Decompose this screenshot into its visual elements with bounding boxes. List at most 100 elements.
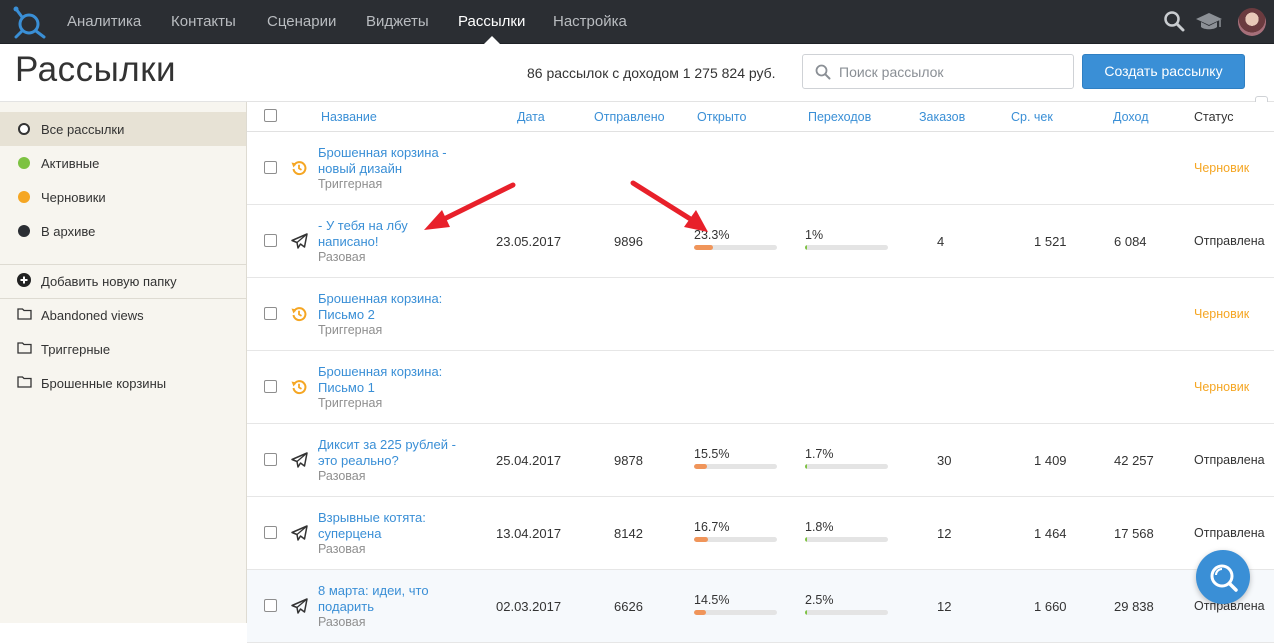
search-box[interactable] (802, 54, 1074, 89)
sidebar-item-label: Триггерные (41, 342, 111, 357)
column-header-sent[interactable]: Отправлено (594, 110, 665, 124)
paper-plane-icon (291, 525, 308, 541)
column-header-orders[interactable]: Заказов (919, 110, 965, 124)
nav-widgets[interactable]: Виджеты (366, 0, 429, 44)
mailing-type: Триггерная (318, 323, 383, 337)
annotation-arrow-icon (630, 180, 708, 232)
clicks-progress-bar (805, 537, 888, 542)
sidebar-item-all[interactable]: Все рассылки (0, 112, 246, 146)
logo-icon[interactable] (12, 5, 48, 39)
mailing-type: Разовая (318, 469, 366, 483)
sidebar-folder-triggers[interactable]: Триггерные (0, 332, 246, 366)
select-all-checkbox[interactable] (264, 109, 277, 122)
folder-icon (17, 308, 32, 320)
dark-dot-icon (18, 225, 30, 237)
cell-clicks-percent: 1.8% (805, 520, 834, 534)
floating-search-button[interactable] (1196, 550, 1250, 604)
sidebar-item-label: Добавить новую папку (41, 274, 177, 289)
orange-dot-icon (18, 191, 30, 203)
table-row[interactable]: Брошенная корзина: Письмо 2 Триггерная Чер… (247, 278, 1274, 351)
mailing-name-link[interactable]: Взрывные котята: суперцена (318, 510, 468, 542)
cell-sent: 9878 (614, 453, 643, 468)
column-header-opened[interactable]: Открыто (697, 110, 746, 124)
cell-clicks-percent: 1% (805, 228, 824, 242)
opened-progress-fill (694, 464, 707, 469)
row-checkbox[interactable] (264, 453, 277, 466)
sidebar-item-drafts[interactable]: Черновики (0, 180, 246, 214)
opened-progress-fill (694, 245, 713, 250)
cell-clicks-percent: 2.5% (805, 593, 834, 607)
row-checkbox[interactable] (264, 599, 277, 612)
page-title: Рассылки (15, 50, 177, 89)
table-row[interactable]: 8 марта: идеи, что подарить Разовая 02.03.… (247, 570, 1274, 643)
nav-scenarios[interactable]: Сценарии (267, 0, 336, 44)
table-row[interactable]: - У тебя на лбу написано! Разовая 23.05.20… (247, 205, 1274, 278)
sidebar: Все рассылки Активные Черновики В архиве… (0, 102, 247, 623)
table-row[interactable]: Взрывные котята: суперцена Разовая 13.04.2… (247, 497, 1274, 570)
clicks-progress-fill (805, 245, 807, 250)
sidebar-add-folder[interactable]: Добавить новую папку (0, 264, 246, 298)
table-row[interactable]: Брошенная корзина: Письмо 1 Триггерная Чер… (247, 351, 1274, 424)
column-header-revenue[interactable]: Доход (1113, 110, 1149, 124)
cell-avg-check: 1 521 (1034, 234, 1067, 249)
column-header-status: Статус (1194, 110, 1234, 124)
table-row[interactable]: Диксит за 225 рублей - это реально? Разов… (247, 424, 1274, 497)
sidebar-item-archive[interactable]: В архиве (0, 214, 246, 248)
cell-revenue: 29 838 (1114, 599, 1154, 614)
plus-circle-icon (17, 273, 31, 287)
row-checkbox[interactable] (264, 307, 277, 320)
mailing-name-link[interactable]: 8 марта: идеи, что подарить (318, 583, 468, 615)
user-avatar[interactable] (1238, 8, 1266, 36)
table-row[interactable]: Брошенная корзина - новый дизайн Триггерн… (247, 132, 1274, 205)
cell-avg-check: 1 409 (1034, 453, 1067, 468)
cell-sent: 8142 (614, 526, 643, 541)
create-mailing-button[interactable]: Создать рассылку (1082, 54, 1245, 89)
clicks-progress-fill (805, 537, 807, 542)
status-badge: Черновик (1194, 380, 1250, 394)
cell-date: 02.03.2017 (496, 599, 562, 614)
cell-date: 13.04.2017 (496, 526, 562, 541)
opened-progress-bar (694, 537, 777, 542)
sidebar-item-label: Активные (41, 156, 100, 171)
mailing-name-link[interactable]: Брошенная корзина: Письмо 2 (318, 291, 468, 323)
nav-analytics[interactable]: Аналитика (67, 0, 141, 44)
column-header-avg-check[interactable]: Ср. чек (1011, 110, 1053, 124)
cell-opened-percent: 16.7% (694, 520, 730, 534)
mailing-type: Разовая (318, 542, 366, 556)
cell-revenue: 17 568 (1114, 526, 1154, 541)
graduation-cap-icon[interactable] (1195, 12, 1223, 32)
row-checkbox[interactable] (264, 161, 277, 174)
sidebar-folder-abandoned-views[interactable]: Abandoned views (0, 298, 246, 332)
active-nav-indicator (484, 36, 500, 44)
opened-progress-bar (694, 245, 777, 250)
mailing-name-link[interactable]: Диксит за 225 рублей - это реально? (318, 437, 468, 469)
top-navbar: Аналитика Контакты Сценарии Виджеты Расс… (0, 0, 1274, 44)
search-icon[interactable] (1163, 10, 1185, 32)
circle-outline-icon (18, 123, 30, 135)
annotation-arrow-icon (424, 182, 516, 230)
nav-settings[interactable]: Настройка (553, 0, 627, 44)
mailing-name-link[interactable]: Брошенная корзина: Письмо 1 (318, 364, 468, 396)
mailing-type: Триггерная (318, 177, 383, 191)
cell-orders: 12 (937, 599, 952, 614)
clicks-progress-fill (805, 464, 807, 469)
nav-contacts[interactable]: Контакты (171, 0, 236, 44)
row-checkbox[interactable] (264, 526, 277, 539)
trigger-history-icon (291, 307, 307, 322)
folder-icon (17, 342, 32, 354)
column-header-name[interactable]: Название (321, 110, 377, 124)
cell-opened-percent: 14.5% (694, 593, 730, 607)
search-input[interactable] (839, 55, 1069, 88)
column-header-clicks[interactable]: Переходов (808, 110, 871, 124)
sidebar-item-active[interactable]: Активные (0, 146, 246, 180)
row-checkbox[interactable] (264, 380, 277, 393)
cell-date: 25.04.2017 (496, 453, 562, 468)
row-checkbox[interactable] (264, 234, 277, 247)
trigger-history-icon (291, 161, 307, 176)
mailing-name-link[interactable]: Брошенная корзина - новый дизайн (318, 145, 468, 177)
trigger-history-icon (291, 380, 307, 395)
column-header-date[interactable]: Дата (517, 110, 545, 124)
sidebar-folder-abandoned-carts[interactable]: Брошенные корзины (0, 366, 246, 400)
sidebar-item-label: Брошенные корзины (41, 376, 167, 391)
paper-plane-icon (291, 233, 308, 249)
